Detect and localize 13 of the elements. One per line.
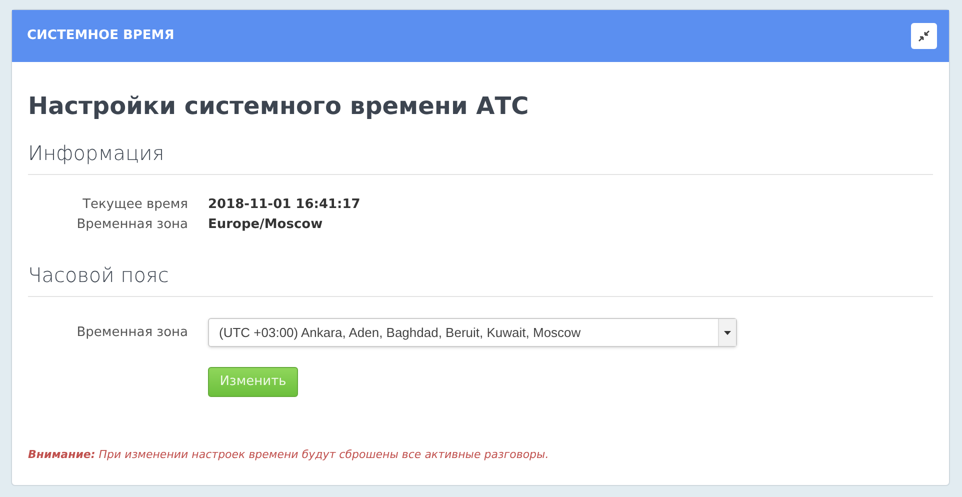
info-value: 2018-11-01 16:41:17 xyxy=(208,196,360,214)
info-value: Europe/Moscow xyxy=(208,216,323,234)
field-label: Временная зона xyxy=(76,324,188,342)
info-label: Временная зона xyxy=(76,216,188,234)
section-heading: Часовой пояс xyxy=(28,260,933,297)
timezone-dropdown[interactable]: (UTC +03:00) Ankara, Aden, Baghdad, Beruit, Kuwait, Moscow xyxy=(208,318,737,347)
collapse-icon xyxy=(918,30,930,42)
warning-text: Внимание: При изменении настроек времени будут сброшены все активные разговоры. xyxy=(28,447,550,463)
info-label: Текущее время xyxy=(82,196,188,214)
section-heading: Информация xyxy=(28,138,933,175)
panel-title: СИСТЕМНОЕ ВРЕМЯ xyxy=(27,27,174,46)
page-heading: Настройки системного времени АТС xyxy=(28,91,530,122)
collapse-button[interactable] xyxy=(911,23,937,49)
